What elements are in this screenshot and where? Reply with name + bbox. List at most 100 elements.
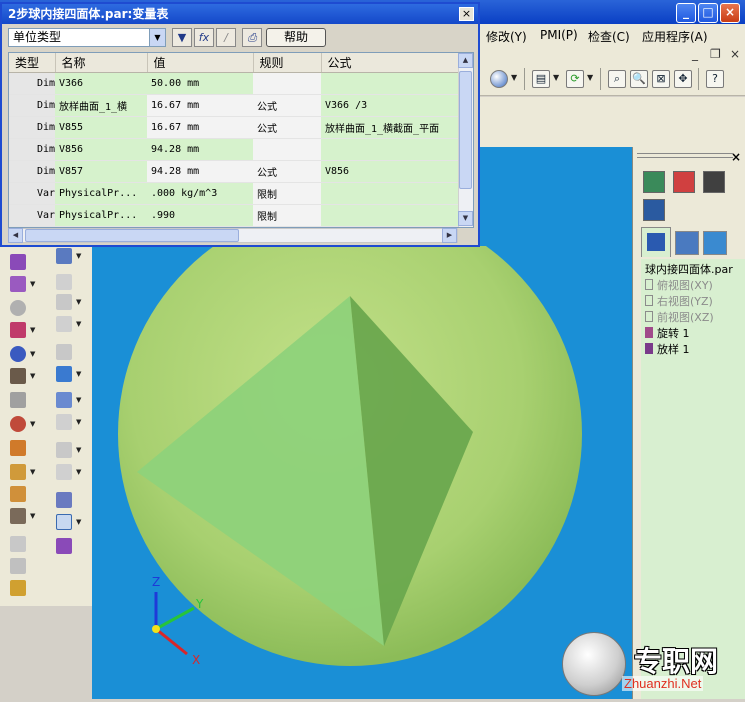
chevron-down-icon[interactable]: ▼ xyxy=(76,518,81,526)
cell-value[interactable]: 94.28 mm xyxy=(147,160,253,183)
cell-formula[interactable]: V366 /3 xyxy=(321,94,459,117)
scroll-thumb[interactable] xyxy=(459,71,472,189)
help-pointer-icon[interactable]: ? xyxy=(706,70,724,88)
cell-formula[interactable] xyxy=(321,138,459,161)
table-row[interactable]: Dim 放样曲面_1_横 16.67 mm 公式 V366 /3 xyxy=(9,94,459,117)
chevron-down-icon[interactable]: ▼ xyxy=(30,350,35,358)
surface-icon[interactable] xyxy=(56,248,72,264)
minimize-button[interactable]: _ xyxy=(676,3,696,23)
menu-pmi[interactable]: PMI(P) xyxy=(540,28,578,42)
column-header-name[interactable]: 名称 xyxy=(55,53,148,73)
cell-name[interactable]: V855 xyxy=(55,116,147,139)
close-icon[interactable]: × xyxy=(459,7,474,21)
helix-icon[interactable] xyxy=(10,368,26,384)
rib-icon[interactable] xyxy=(10,486,26,502)
mdi-close-button[interactable]: × xyxy=(730,47,740,61)
scroll-up-icon[interactable]: ▲ xyxy=(458,53,473,68)
help-button[interactable]: 帮助 xyxy=(266,28,326,47)
chevron-down-icon[interactable]: ▼ xyxy=(76,446,81,454)
table-row[interactable]: Dim V856 94.28 mm xyxy=(9,138,459,161)
chevron-down-icon[interactable]: ▼ xyxy=(30,326,35,334)
table-row[interactable]: Var PhysicalPr... .000 kg/m^3 限制 xyxy=(9,182,459,205)
model-render[interactable]: Z Y X xyxy=(92,202,632,699)
web-network-icon[interactable] xyxy=(10,508,26,524)
chevron-down-icon[interactable]: ▼ xyxy=(30,512,35,520)
scroll-thumb[interactable] xyxy=(25,229,239,242)
maximize-button[interactable]: □ xyxy=(698,3,718,23)
filter-icon[interactable]: ▼ xyxy=(172,28,192,47)
layers-icon[interactable] xyxy=(643,171,665,193)
tab-assembly[interactable] xyxy=(703,231,727,255)
curve-icon[interactable] xyxy=(56,392,72,408)
extrude-icon[interactable] xyxy=(10,254,26,270)
pattern-icon[interactable] xyxy=(10,558,26,574)
table-row[interactable]: Dim V857 94.28 mm 公式 V856 xyxy=(9,160,459,183)
intersect-icon[interactable] xyxy=(56,492,72,508)
stitch-icon[interactable] xyxy=(56,464,72,480)
chevron-down-icon[interactable]: ▼ xyxy=(76,298,81,306)
chevron-down-icon[interactable]: ▼ xyxy=(76,320,81,328)
cell-value[interactable]: 50.00 mm xyxy=(147,72,253,95)
print-icon[interactable]: ⎙ xyxy=(242,28,262,47)
mdi-restore-button[interactable]: ❐ xyxy=(710,47,721,61)
cell-rule[interactable]: 限制 xyxy=(253,204,321,227)
vertical-scrollbar[interactable]: ▲ ▼ xyxy=(458,53,473,227)
scroll-left-icon[interactable]: ◀ xyxy=(8,228,23,243)
render-style-icon[interactable] xyxy=(490,70,508,88)
tree-item-front-plane[interactable]: 前视图(XZ) xyxy=(645,309,714,325)
extruded-surface-icon[interactable] xyxy=(56,274,72,290)
draft-icon[interactable] xyxy=(10,464,26,480)
cell-value[interactable]: 94.28 mm xyxy=(147,138,253,161)
cell-name[interactable]: V856 xyxy=(55,138,147,161)
sweep-icon[interactable] xyxy=(10,322,26,338)
chevron-down-icon[interactable]: ▼ xyxy=(76,252,81,260)
menu-modify[interactable]: 修改(Y) xyxy=(486,28,527,45)
chevron-down-icon[interactable]: ▼ xyxy=(76,370,81,378)
pan-icon[interactable]: ✥ xyxy=(674,70,692,88)
scroll-down-icon[interactable]: ▼ xyxy=(458,211,473,226)
camera-icon[interactable] xyxy=(703,171,725,193)
chevron-down-icon[interactable]: ▼ xyxy=(76,418,81,426)
zoom-icon[interactable]: 🔍 xyxy=(630,70,648,88)
scroll-right-icon[interactable]: ▶ xyxy=(442,228,457,243)
column-header-rule[interactable]: 规则 xyxy=(253,53,322,73)
tree-item-right-plane[interactable]: 右视图(YZ) xyxy=(645,293,713,309)
cell-value[interactable]: 16.67 mm xyxy=(147,116,253,139)
cell-rule[interactable]: 公式 xyxy=(253,116,321,139)
cell-rule[interactable]: 公式 xyxy=(253,160,321,183)
split-body-icon[interactable] xyxy=(56,538,72,554)
cell-rule[interactable]: 公式 xyxy=(253,94,321,117)
revolve-icon[interactable] xyxy=(10,276,26,292)
table-row[interactable]: Var PhysicalPr... .990 限制 xyxy=(9,204,459,227)
chevron-down-icon[interactable]: ▼ xyxy=(553,73,559,82)
cell-name[interactable]: 放样曲面_1_横 xyxy=(55,94,147,117)
thin-wall-icon[interactable] xyxy=(10,392,26,408)
column-header-value[interactable]: 值 xyxy=(147,53,254,73)
unit-type-filter-select[interactable]: 单位类型 ▼ xyxy=(8,28,166,47)
cell-formula[interactable] xyxy=(321,72,459,95)
close-window-button[interactable]: × xyxy=(720,3,740,23)
cell-rule[interactable] xyxy=(253,72,321,95)
column-header-type[interactable]: 类型 xyxy=(9,53,56,73)
chevron-down-icon[interactable]: ▼ xyxy=(76,468,81,476)
cell-name[interactable]: V857 xyxy=(55,160,147,183)
chevron-down-icon[interactable]: ▼ xyxy=(587,73,593,82)
mdi-minimize-button[interactable]: _ xyxy=(692,47,698,61)
part-copy-icon[interactable] xyxy=(10,580,26,596)
cell-value[interactable]: .990 xyxy=(147,204,253,227)
cell-name[interactable]: PhysicalPr... xyxy=(55,204,147,227)
mirror-icon[interactable] xyxy=(10,536,26,552)
menu-inspect[interactable]: 检查(C) xyxy=(588,28,630,45)
loft-icon[interactable] xyxy=(10,346,26,362)
hole-icon[interactable] xyxy=(10,300,26,316)
tree-item-revolve[interactable]: 旋转 1 xyxy=(645,325,690,341)
settings-gear-icon[interactable] xyxy=(643,199,665,221)
close-icon[interactable]: × xyxy=(731,150,741,164)
chamfer-icon[interactable] xyxy=(10,440,26,456)
rotate-view-icon[interactable]: ⟳ xyxy=(566,70,584,88)
cell-formula[interactable] xyxy=(321,204,459,227)
tree-item-top-plane[interactable]: 俯视图(XY) xyxy=(645,277,713,293)
view-style-icon[interactable]: ▤ xyxy=(532,70,550,88)
panel-grip[interactable] xyxy=(637,153,733,158)
tab-parts[interactable] xyxy=(675,231,699,255)
